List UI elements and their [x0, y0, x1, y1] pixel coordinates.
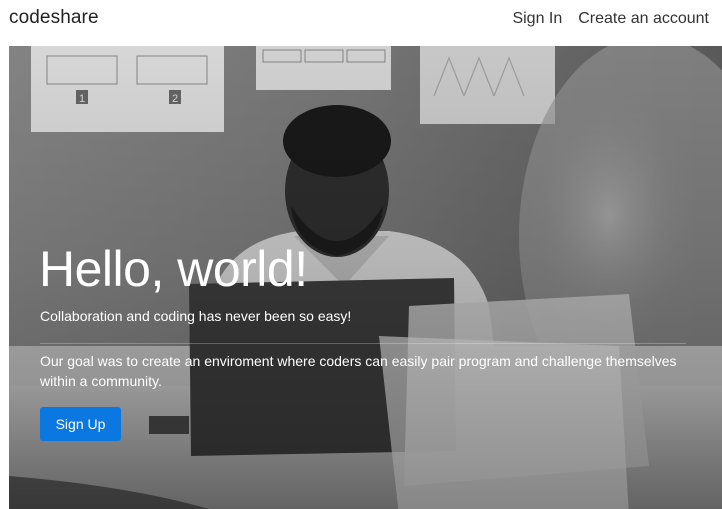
hero-divider [40, 343, 686, 344]
hero-title: Hello, world! [39, 241, 308, 297]
navbar: codeshare Sign In Create an account [0, 0, 722, 46]
sign-up-button[interactable]: Sign Up [40, 407, 121, 441]
create-account-link[interactable]: Create an account [578, 10, 709, 28]
hero-jumbotron: 1 2 Hello, world! Collaboration a [9, 46, 722, 509]
brand-logo[interactable]: codeshare [9, 7, 99, 29]
sign-in-link[interactable]: Sign In [512, 10, 562, 28]
hero-lead: Collaboration and coding has never been … [40, 308, 352, 324]
nav-links: Sign In Create an account [512, 10, 709, 28]
hero-description: Our goal was to create an enviroment whe… [40, 353, 677, 389]
